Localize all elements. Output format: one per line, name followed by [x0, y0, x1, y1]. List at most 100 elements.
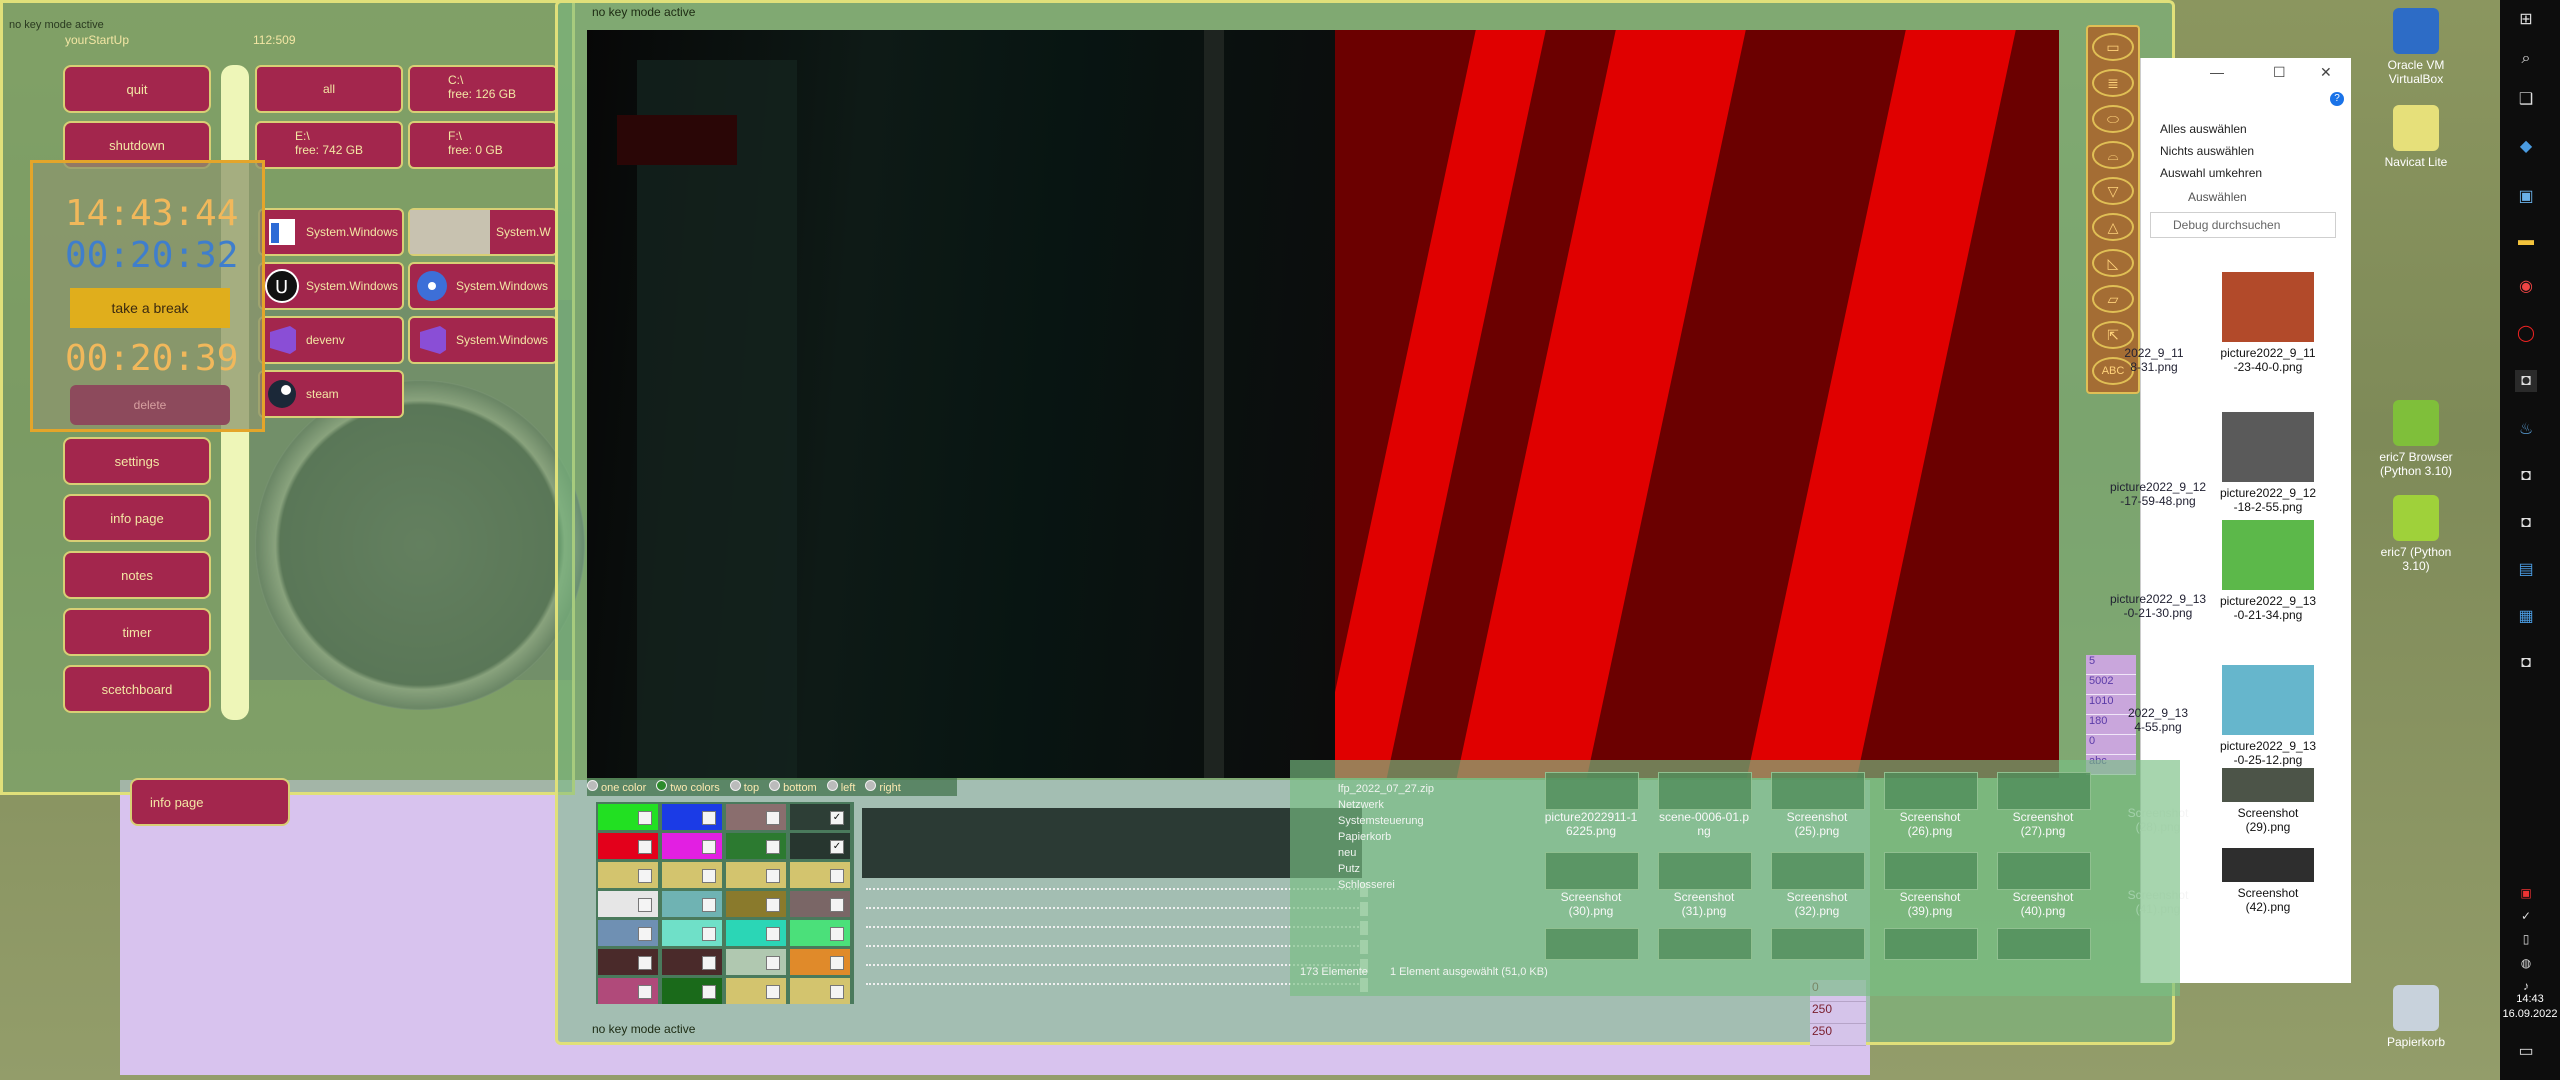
search-input[interactable]: Debug durchsuchen: [2150, 212, 2336, 238]
triangle-down-tool-icon[interactable]: ▽: [2092, 177, 2134, 205]
checkbox-icon[interactable]: [702, 985, 716, 999]
checkbox-icon[interactable]: [702, 811, 716, 825]
file-thumbnail[interactable]: [1884, 928, 1978, 960]
checkbox-icon[interactable]: [830, 927, 844, 941]
ellipse-tool-icon[interactable]: ⬭: [2092, 105, 2134, 133]
delete-button[interactable]: delete: [70, 385, 230, 425]
color-swatch[interactable]: [790, 862, 850, 888]
checkbox-checked-icon[interactable]: ✓: [830, 811, 844, 825]
app-icon[interactable]: ▣: [2515, 185, 2537, 207]
color-swatch[interactable]: [662, 920, 722, 946]
color-swatch[interactable]: [726, 804, 786, 830]
info-page-lower-button[interactable]: info page: [130, 778, 290, 826]
checkbox-icon[interactable]: [766, 869, 780, 883]
file-thumbnail[interactable]: [1545, 928, 1639, 960]
color-swatch[interactable]: [726, 862, 786, 888]
app-icon[interactable]: ▤: [2515, 558, 2537, 580]
color-swatch[interactable]: [662, 949, 722, 975]
checkbox-icon[interactable]: [638, 898, 652, 912]
app-tile[interactable]: U System.Windows: [258, 262, 404, 310]
checkbox-icon[interactable]: [766, 840, 780, 854]
color-swatch[interactable]: [662, 891, 722, 917]
app-icon[interactable]: ◘: [2515, 652, 2537, 674]
checkbox-icon[interactable]: [830, 869, 844, 883]
file-thumbnail[interactable]: [1545, 772, 1639, 810]
file-thumbnail[interactable]: [2222, 272, 2314, 342]
desktop-shortcut[interactable]: Papierkorb: [2370, 985, 2462, 1049]
maximize-icon[interactable]: ☐: [2273, 64, 2286, 81]
color-swatch[interactable]: [598, 949, 658, 975]
checkbox-icon[interactable]: [766, 811, 780, 825]
stack-tool-icon[interactable]: ≣: [2092, 69, 2134, 97]
color-swatch[interactable]: [790, 978, 850, 1004]
nav-item[interactable]: lfp_2022_07_27.zip: [1338, 783, 1434, 795]
color-swatch[interactable]: [726, 920, 786, 946]
drive-all-button[interactable]: all: [255, 65, 403, 113]
color-swatch[interactable]: [790, 949, 850, 975]
notification-icon[interactable]: ▭: [2515, 1040, 2537, 1062]
taskbar-time[interactable]: 14:43: [2500, 993, 2560, 1005]
invert-selection-item[interactable]: Auswahl umkehren: [2160, 166, 2262, 180]
file-thumbnail[interactable]: [1884, 772, 1978, 810]
checkbox-icon[interactable]: [638, 811, 652, 825]
color-swatch[interactable]: [598, 891, 658, 917]
color-swatch[interactable]: [662, 804, 722, 830]
value-item[interactable]: 5002: [2086, 675, 2136, 695]
checkbox-icon[interactable]: [702, 898, 716, 912]
drawing-canvas[interactable]: [587, 30, 2059, 778]
file-thumbnail[interactable]: [1771, 928, 1865, 960]
right-triangle-tool-icon[interactable]: ◺: [2092, 249, 2134, 277]
help-icon[interactable]: ?: [2330, 92, 2344, 106]
file-thumbnail[interactable]: [2222, 412, 2314, 482]
checkbox-icon[interactable]: [638, 840, 652, 854]
color-swatch[interactable]: [598, 920, 658, 946]
value-item[interactable]: 0: [2086, 735, 2136, 755]
settings-button[interactable]: settings: [63, 437, 211, 485]
checkbox-icon[interactable]: [638, 927, 652, 941]
quit-button[interactable]: quit: [63, 65, 211, 113]
file-thumbnail[interactable]: [1658, 852, 1752, 890]
color-swatch[interactable]: [662, 978, 722, 1004]
info-page-button[interactable]: info page: [63, 494, 211, 542]
color-swatch[interactable]: [662, 862, 722, 888]
option-top[interactable]: top: [729, 780, 759, 794]
app-tile[interactable]: System.Windows: [408, 262, 558, 310]
opera-icon[interactable]: ◯: [2515, 322, 2537, 344]
tray-icon[interactable]: ▣: [2515, 882, 2537, 904]
rectangle-tool-icon[interactable]: ▭: [2092, 33, 2134, 61]
checkbox-icon[interactable]: [702, 956, 716, 970]
option-one-color[interactable]: one color: [587, 780, 646, 794]
color-swatch[interactable]: ✓: [790, 833, 850, 859]
color-swatch[interactable]: ✓: [790, 804, 850, 830]
scetchboard-button[interactable]: scetchboard: [63, 665, 211, 713]
checkbox-checked-icon[interactable]: ✓: [830, 840, 844, 854]
file-thumbnail[interactable]: [1771, 772, 1865, 810]
checkbox-icon[interactable]: [830, 898, 844, 912]
checkbox-icon[interactable]: [638, 985, 652, 999]
option-two-colors[interactable]: two colors: [656, 780, 720, 794]
checkbox-icon[interactable]: [766, 927, 780, 941]
checkbox-icon[interactable]: [702, 927, 716, 941]
checkbox-icon[interactable]: [766, 956, 780, 970]
option-right[interactable]: right: [865, 780, 901, 794]
checkbox-icon[interactable]: [766, 898, 780, 912]
nav-item[interactable]: Systemsteuerung: [1338, 815, 1424, 827]
color-swatch[interactable]: [598, 978, 658, 1004]
app-tile[interactable]: devenv: [258, 316, 404, 364]
timer-button[interactable]: timer: [63, 608, 211, 656]
app-tile[interactable]: System.Windows: [408, 316, 558, 364]
color-swatch[interactable]: [598, 833, 658, 859]
triangle-tool-icon[interactable]: △: [2092, 213, 2134, 241]
parallelogram-tool-icon[interactable]: ▱: [2092, 285, 2134, 313]
task-view-icon[interactable]: ❑: [2515, 88, 2537, 110]
chrome-icon[interactable]: ◉: [2515, 275, 2537, 297]
color-swatch[interactable]: [726, 833, 786, 859]
nav-item[interactable]: neu: [1338, 847, 1356, 859]
file-thumbnail[interactable]: [2222, 768, 2314, 802]
nav-item[interactable]: Putz: [1338, 863, 1360, 875]
select-none-item[interactable]: Nichts auswählen: [2160, 144, 2254, 158]
nav-item[interactable]: Schlosserei: [1338, 879, 1395, 891]
take-a-break-button[interactable]: take a break: [70, 288, 230, 328]
file-thumbnail[interactable]: [1997, 852, 2091, 890]
file-thumbnail[interactable]: [1997, 928, 2091, 960]
